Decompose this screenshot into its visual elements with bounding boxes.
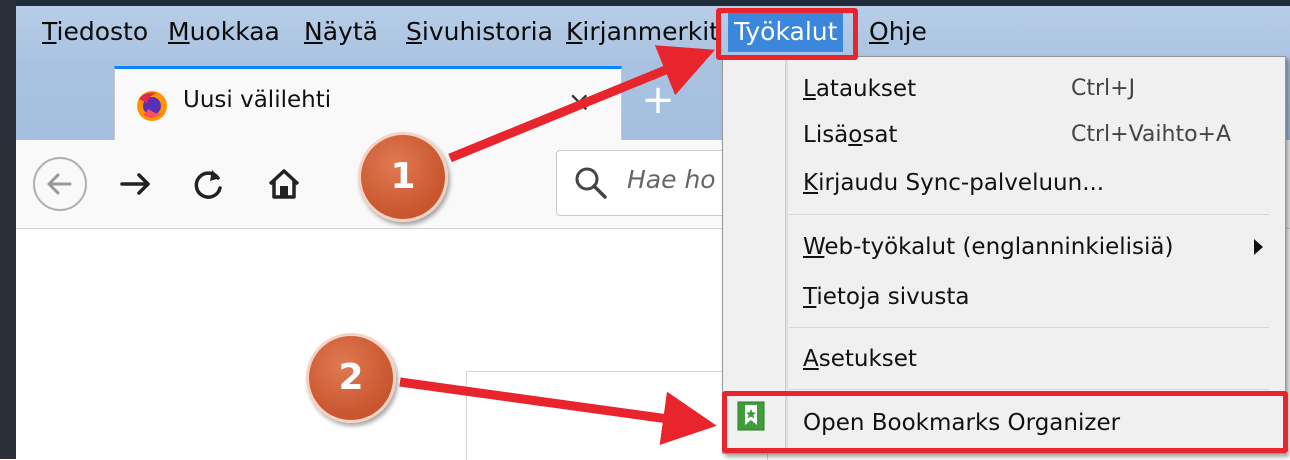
arrow-1 <box>448 45 715 163</box>
arrow-2 <box>399 377 717 446</box>
annotation-badge-1: 1 <box>358 132 448 222</box>
annotation-badge-2: 2 <box>306 333 396 423</box>
annotation-arrows <box>399 45 717 446</box>
